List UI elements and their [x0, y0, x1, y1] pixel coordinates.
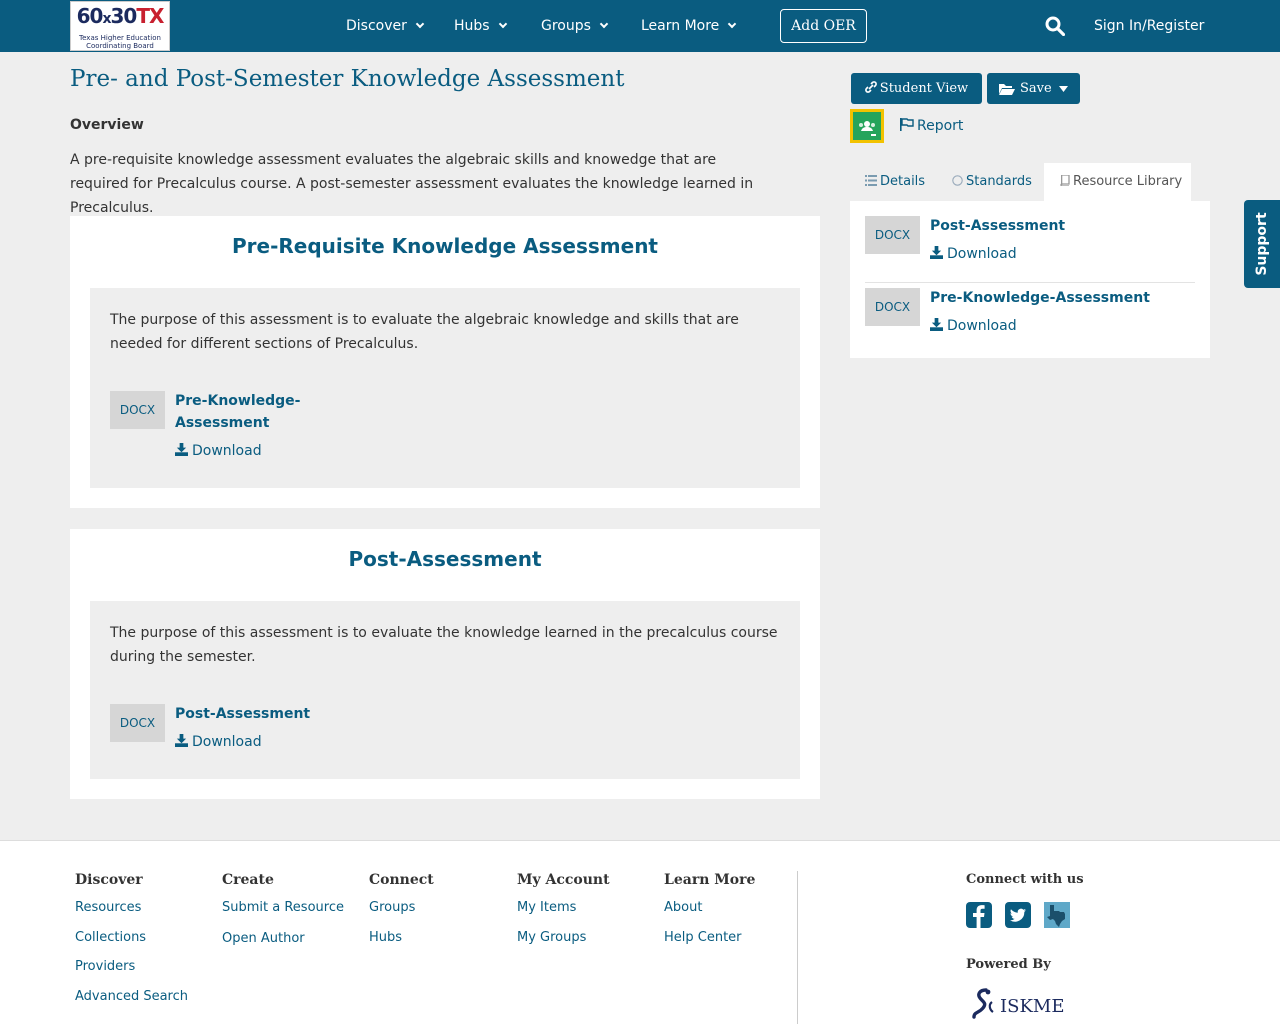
nav-groups[interactable]: Groups — [541, 16, 609, 36]
tab-details[interactable]: Details — [850, 163, 937, 201]
footer-link[interactable]: Advanced Search — [75, 989, 188, 1004]
section-body: The purpose of this assessment is to eva… — [90, 288, 800, 488]
texas-state-icon[interactable] — [1044, 902, 1070, 928]
google-classroom-share-button[interactable] — [850, 109, 884, 143]
chevron-down-icon — [498, 19, 507, 29]
footer-heading: Discover — [75, 872, 143, 888]
download-icon — [175, 734, 188, 747]
save-dropdown-button[interactable]: Save — [987, 73, 1080, 104]
search-icon[interactable] — [1045, 16, 1065, 36]
footer-link[interactable]: Resources — [75, 900, 141, 915]
resource-link-pre-knowledge[interactable]: Pre-Knowledge- Assessment — [175, 390, 300, 434]
footer-link[interactable]: Groups — [369, 900, 415, 915]
tab-standards[interactable]: Standards — [937, 163, 1044, 201]
footer-link[interactable]: My Groups — [517, 930, 586, 945]
student-view-button[interactable]: Student View — [851, 73, 982, 104]
google-classroom-icon — [859, 121, 876, 136]
footer-link[interactable]: Open Author — [222, 931, 305, 946]
nav-learn-more[interactable]: Learn More — [641, 16, 737, 36]
section-description: The purpose of this assessment is to eva… — [110, 625, 778, 665]
caret-down-icon — [1059, 86, 1068, 92]
circle-icon — [952, 175, 963, 186]
footer-link[interactable]: Collections — [75, 930, 146, 945]
footer-link[interactable]: Hubs — [369, 930, 402, 945]
support-tab[interactable]: Support — [1244, 200, 1280, 288]
download-link[interactable]: Download — [930, 316, 1017, 336]
facebook-icon[interactable] — [966, 902, 992, 928]
iskme-logo[interactable]: ISKME — [970, 988, 1070, 1024]
top-navbar: 60x30TX Texas Higher Education Coordinati… — [0, 0, 1280, 52]
tab-resource-library[interactable]: Resource Library — [1044, 163, 1191, 201]
footer-link[interactable]: Submit a Resource — [222, 900, 344, 915]
file-type-badge: DOCX — [110, 704, 165, 742]
section-post-assessment: Post-Assessment The purpose of this asse… — [70, 529, 820, 799]
section-pre-requisite: Pre-Requisite Knowledge Assessment The p… — [70, 216, 820, 508]
book-icon — [1060, 174, 1070, 187]
add-oer-button[interactable]: Add OER — [780, 9, 867, 43]
section-description: The purpose of this assessment is to eva… — [110, 312, 739, 352]
divider — [865, 282, 1195, 283]
site-footer: Discover Resources Collections Providers… — [0, 840, 1280, 1024]
folder-open-icon — [999, 84, 1015, 95]
iskme-mark-icon — [972, 988, 994, 1019]
chevron-down-icon — [599, 19, 609, 29]
logo-mark: 60x30TX — [76, 4, 165, 28]
section-title: Post-Assessment — [348, 547, 542, 571]
footer-link[interactable]: Providers — [75, 959, 135, 974]
download-link[interactable]: Download — [930, 244, 1017, 264]
footer-heading: Learn More — [664, 872, 756, 888]
overview-text: A pre-requisite knowledge assessment eva… — [70, 152, 754, 216]
chevron-down-icon — [728, 19, 737, 29]
footer-divider — [797, 871, 798, 1024]
footer-heading: Create — [222, 872, 274, 888]
resource-link-post-assessment[interactable]: Post-Assessment — [175, 703, 310, 725]
download-icon — [175, 443, 188, 456]
connect-heading: Connect with us — [966, 872, 1084, 887]
download-link[interactable]: Download — [175, 441, 262, 461]
footer-link[interactable]: About — [664, 900, 702, 915]
flag-icon — [900, 118, 914, 131]
section-body: The purpose of this assessment is to eva… — [90, 601, 800, 779]
page-title: Pre- and Post-Semester Knowledge Assessm… — [70, 66, 625, 92]
footer-link[interactable]: Help Center — [664, 930, 742, 945]
link-icon — [864, 81, 877, 93]
twitter-icon[interactable] — [1005, 902, 1031, 928]
resource-library-panel: DOCX Post-Assessment Download DOCX Pre-K… — [850, 201, 1210, 358]
footer-heading: My Account — [517, 872, 610, 888]
footer-heading: Connect — [369, 872, 434, 888]
footer-link[interactable]: My Items — [517, 900, 576, 915]
overview-heading: Overview — [70, 117, 144, 133]
download-icon — [930, 246, 943, 259]
chevron-down-icon — [415, 19, 425, 29]
logo-subtitle: Texas Higher Education Coordinating Board — [79, 34, 161, 50]
library-item-name[interactable]: Pre-Knowledge-Assessment — [930, 287, 1150, 309]
download-icon — [930, 318, 943, 331]
report-link[interactable]: Report — [900, 116, 963, 136]
file-type-badge: DOCX — [865, 216, 920, 254]
list-icon — [865, 175, 877, 186]
download-link[interactable]: Download — [175, 732, 262, 752]
file-type-badge: DOCX — [865, 288, 920, 326]
section-title: Pre-Requisite Knowledge Assessment — [231, 234, 658, 258]
site-logo[interactable]: 60x30TX Texas Higher Education Coordinati… — [70, 1, 170, 51]
nav-discover[interactable]: Discover — [346, 16, 425, 36]
file-type-badge: DOCX — [110, 391, 165, 429]
nav-hubs[interactable]: Hubs — [454, 16, 507, 36]
powered-by-heading: Powered By — [966, 957, 1051, 972]
sign-in-register-link[interactable]: Sign In/Register — [1094, 16, 1204, 36]
library-item-name[interactable]: Post-Assessment — [930, 215, 1065, 237]
